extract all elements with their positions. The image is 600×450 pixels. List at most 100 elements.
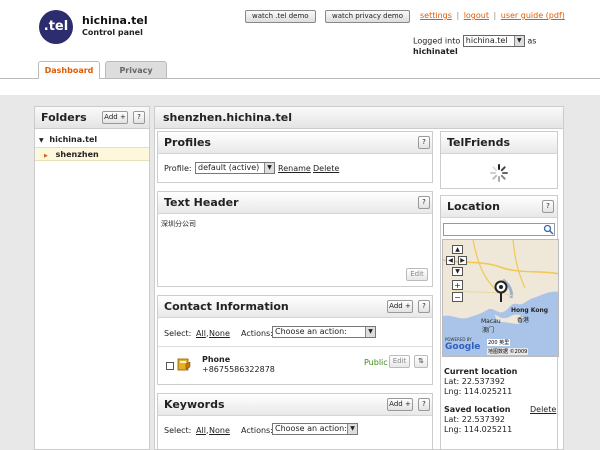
watch-privacy-demo-button[interactable]: watch privacy demo — [325, 10, 411, 23]
phone-book-icon — [177, 358, 191, 371]
google-logo: Google — [445, 342, 481, 352]
keyword-actions-select[interactable]: Choose an action: ▼ — [272, 423, 358, 435]
select-all-link[interactable]: All — [196, 329, 206, 338]
delete-profile-link[interactable]: Delete — [313, 164, 339, 173]
pan-down-button[interactable]: ▼ — [452, 267, 463, 276]
text-header-content: 深圳分公司 — [161, 220, 196, 228]
profiles-title: Profiles — [164, 136, 211, 149]
watch-tel-demo-button[interactable]: watch .tel demo — [245, 10, 316, 23]
chevron-down-icon: ▼ — [264, 163, 274, 173]
profiles-help-button[interactable]: ? — [418, 136, 430, 149]
select-none-link[interactable]: None — [209, 329, 230, 338]
contact-edit-button[interactable]: Edit — [389, 355, 410, 368]
rename-link[interactable]: Rename — [278, 164, 311, 173]
folders-help-button[interactable]: ? — [133, 111, 145, 124]
text-header-header: Text Header ? — [158, 192, 432, 214]
map-scale: 200 英里 — [487, 339, 511, 346]
tab-privacy[interactable]: Privacy — [105, 61, 167, 79]
folders-panel: Folders Add + ? ▼ hichina.tel ▶ shenzhen — [34, 106, 150, 450]
select-all-link[interactable]: All — [196, 426, 206, 435]
tel-logo[interactable]: .tel — [39, 10, 73, 44]
folders-title: Folders — [41, 111, 87, 124]
keywords-box: Keywords Add + ? Select: All , None Acti… — [157, 393, 433, 450]
settings-link[interactable]: settings — [420, 11, 452, 20]
location-map[interactable]: ▲ ◀ ▶ ▼ + − Macau 澳门 Hong Kong 香港 POWERE… — [442, 239, 559, 357]
delete-saved-location-link[interactable]: Delete — [530, 405, 556, 414]
page-title: shenzhen.hichina.tel — [163, 111, 293, 124]
logged-into-label: Logged into — [413, 36, 461, 46]
contact-help-button[interactable]: ? — [418, 300, 430, 313]
text-header-edit-button[interactable]: Edit — [406, 268, 428, 281]
text-header-help-button[interactable]: ? — [418, 196, 430, 209]
keywords-help-button[interactable]: ? — [418, 398, 430, 411]
telfriends-header: TelFriends — [441, 132, 557, 154]
zoom-out-button[interactable]: − — [452, 292, 463, 302]
map-copyright: 地图数据 ©2009 — [487, 348, 529, 355]
location-help-button[interactable]: ? — [542, 200, 554, 213]
contact-checkbox[interactable] — [166, 362, 174, 370]
domain-select[interactable]: hichina.tel ▼ — [462, 35, 525, 47]
site-title: hichina.tel — [82, 14, 148, 27]
location-header: Location ? — [441, 196, 557, 218]
actions-label: Actions: — [241, 426, 273, 435]
content-top-strip — [0, 79, 600, 95]
pan-left-button[interactable]: ◀ — [446, 256, 455, 265]
tab-dashboard[interactable]: Dashboard — [38, 61, 100, 79]
add-folder-button[interactable]: Add + — [102, 111, 128, 124]
current-lng: Lng: 114.025211 — [444, 387, 513, 396]
location-search-input[interactable] — [443, 223, 555, 236]
logout-link[interactable]: logout — [464, 11, 489, 20]
folder-label: shenzhen — [55, 150, 99, 159]
reorder-handle-icon[interactable]: ⇅ — [414, 355, 428, 368]
saved-lat: Lat: 22.537392 — [444, 415, 505, 424]
contact-info-title: Contact Information — [164, 300, 289, 313]
top-links: settings | logout | user guide (pdf) — [420, 11, 565, 20]
contact-actions-select[interactable]: Choose an action: ▼ — [272, 326, 376, 338]
profiles-box: Profiles ? Profile: default (active) ▼ Re… — [157, 131, 433, 183]
chevron-down-icon: ▼ — [365, 327, 375, 337]
pan-up-button[interactable]: ▲ — [452, 245, 463, 254]
search-icon[interactable] — [543, 224, 554, 235]
expand-arrow-icon: ▼ — [39, 137, 44, 144]
add-keyword-button[interactable]: Add + — [387, 398, 413, 411]
location-title: Location — [447, 200, 500, 213]
contact-info-header: Contact Information Add + ? — [158, 296, 432, 318]
main-header: shenzhen.hichina.tel — [155, 107, 563, 129]
actions-label: Actions: — [241, 329, 273, 338]
add-contact-button[interactable]: Add + — [387, 300, 413, 313]
text-header-title: Text Header — [164, 196, 239, 209]
saved-location-title: Saved location — [444, 405, 511, 414]
chevron-down-icon: ▼ — [347, 424, 357, 434]
text-header-box: Text Header ? 深圳分公司 Edit — [157, 191, 433, 287]
as-label: as — [527, 36, 537, 46]
site-subtitle: Control panel — [82, 28, 143, 37]
pan-right-button[interactable]: ▶ — [458, 256, 467, 265]
profile-label: Profile: — [164, 164, 192, 173]
contact-info-box: Contact Information Add + ? Select: All … — [157, 295, 433, 385]
map-label-hong-kong: Hong Kong — [511, 307, 549, 314]
selected-arrow-icon: ▶ — [44, 153, 48, 159]
user-guide-link[interactable]: user guide (pdf) — [501, 11, 565, 20]
folder-item-root[interactable]: ▼ hichina.tel — [35, 133, 149, 147]
select-label: Select: — [164, 426, 192, 435]
contact-type: Phone — [202, 355, 231, 364]
folder-label: hichina.tel — [49, 135, 98, 144]
zoom-in-button[interactable]: + — [452, 280, 463, 290]
chevron-down-icon: ▼ — [513, 36, 524, 46]
location-pin-icon[interactable] — [493, 280, 509, 304]
select-label: Select: — [164, 329, 192, 338]
folders-header: Folders Add + ? — [35, 107, 149, 129]
divider — [158, 346, 432, 347]
keywords-title: Keywords — [164, 398, 225, 411]
contact-value-link[interactable]: +8675586322878 — [202, 365, 275, 374]
folder-item-shenzhen[interactable]: ▶ shenzhen — [35, 147, 149, 161]
profile-select[interactable]: default (active) ▼ — [195, 162, 275, 174]
keywords-header: Keywords Add + ? — [158, 394, 432, 416]
map-label-macau-cn: 澳门 — [482, 327, 495, 334]
visibility-status: Public — [364, 358, 388, 367]
username: hichinatel — [413, 47, 458, 56]
select-none-link[interactable]: None — [209, 426, 230, 435]
saved-lng: Lng: 114.025211 — [444, 425, 513, 434]
profiles-header: Profiles ? — [158, 132, 432, 154]
loading-spinner-icon — [490, 164, 508, 182]
